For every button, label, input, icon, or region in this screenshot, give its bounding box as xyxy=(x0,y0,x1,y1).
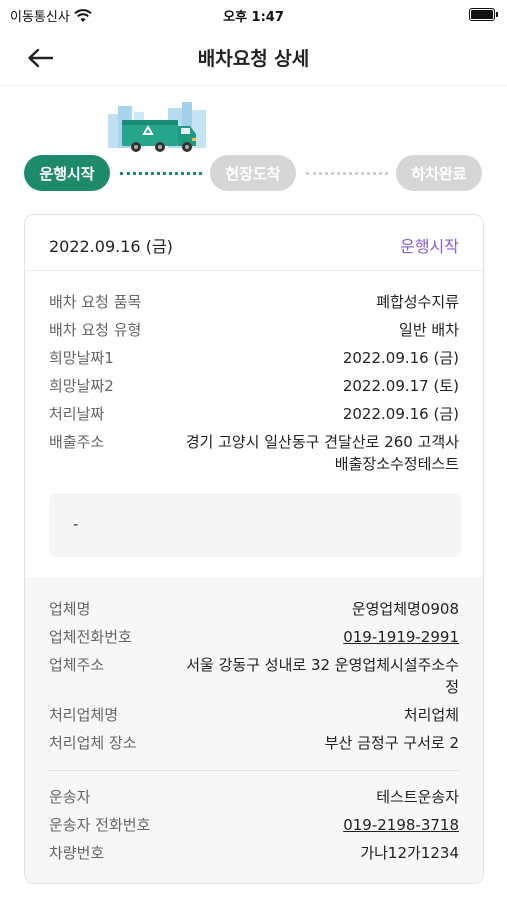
row-value: 운영업체명0908 xyxy=(351,600,459,618)
row-value: 2022.09.17 (토) xyxy=(342,377,459,395)
step-unload-complete: 하차완료 xyxy=(396,155,482,191)
row-value: 경기 고양시 일산동구 견달산로 260 고객사 배출장소수정테스트 xyxy=(186,431,459,475)
info-row-process-date: 처리날짜 2022.09.16 (금) xyxy=(49,403,459,425)
step-arrived: 현장도착 xyxy=(210,155,296,191)
info-row-driver-phone: 운송자 전화번호 019-2198-3718 xyxy=(49,814,459,836)
row-label: 배출주소 xyxy=(49,433,105,451)
row-label: 운송자 xyxy=(49,788,91,806)
address-line-2: 배출장소수정테스트 xyxy=(334,455,459,473)
memo-box: - xyxy=(49,493,461,557)
info-row-company-phone: 업체전화번호 019-1919-2991 xyxy=(49,626,459,648)
step-connector xyxy=(306,172,388,175)
row-label: 업체주소 xyxy=(49,656,105,674)
row-value: 2022.09.16 (금) xyxy=(342,405,459,423)
memo-text: - xyxy=(73,515,79,533)
row-label: 희망날짜2 xyxy=(49,377,114,395)
dispatch-detail-card: 2022.09.16 (금) 운행시작 배차 요청 품목 폐합성수지류 배차 요… xyxy=(24,214,484,884)
row-label: 차량번호 xyxy=(49,844,105,862)
row-label: 처리날짜 xyxy=(49,405,105,423)
address-line-1: 서울 강동구 성내로 32 운영업체시설주소수 xyxy=(186,656,459,674)
row-label: 처리업체 장소 xyxy=(49,734,137,752)
row-value: 일반 배차 xyxy=(399,321,459,339)
row-label: 배차 요청 유형 xyxy=(49,321,142,339)
dispatch-date: 2022.09.16 (금) xyxy=(49,237,173,256)
row-value: 테스트운송자 xyxy=(376,788,459,806)
row-value: 서울 강동구 성내로 32 운영업체시설주소수 정 xyxy=(186,654,459,698)
row-label: 처리업체명 xyxy=(49,706,119,724)
row-label: 희망날짜1 xyxy=(49,349,114,367)
info-row-type: 배차 요청 유형 일반 배차 xyxy=(49,319,459,341)
row-value: 가나12가1234 xyxy=(360,844,459,862)
info-row-processor-location: 처리업체 장소 부산 금정구 구서로 2 xyxy=(49,732,459,754)
row-label: 배차 요청 품목 xyxy=(49,293,142,311)
row-label: 운송자 전화번호 xyxy=(49,816,151,834)
step-start-driving: 운행시작 xyxy=(24,155,110,191)
info-row-preferred-date-1: 희망날짜1 2022.09.16 (금) xyxy=(49,347,459,369)
row-value: 폐합성수지류 xyxy=(376,293,459,311)
address-line-2: 정 xyxy=(445,678,459,696)
info-row-item: 배차 요청 품목 폐합성수지류 xyxy=(49,291,459,313)
row-value: 2022.09.16 (금) xyxy=(342,349,459,367)
company-driver-section xyxy=(25,577,483,883)
info-row-company-address: 업체주소 서울 강동구 성내로 32 운영업체시설주소수 정 xyxy=(49,654,459,698)
battery-icon xyxy=(469,8,498,21)
progress-stepper: 운행시작 현장도착 하차완료 xyxy=(24,155,484,193)
garbage-truck-icon xyxy=(108,102,206,152)
step-connector xyxy=(120,172,202,175)
row-value: 처리업체 xyxy=(403,706,459,724)
status-badge: 운행시작 xyxy=(400,237,459,256)
info-row-company-name: 업체명 운영업체명0908 xyxy=(49,598,459,620)
info-row-driver: 운송자 테스트운송자 xyxy=(49,786,459,808)
card-header: 2022.09.16 (금) 운행시작 xyxy=(25,215,483,271)
status-bar: 이동통신사 오후 1:47 xyxy=(0,0,507,30)
app-header: 배차요청 상세 xyxy=(0,30,507,86)
info-row-pickup-address: 배출주소 경기 고양시 일산동구 견달산로 260 고객사 배출장소수정테스트 xyxy=(49,431,459,475)
page-title: 배차요청 상세 xyxy=(197,48,310,70)
driver-phone-link[interactable]: 019-2198-3718 xyxy=(343,814,459,836)
clock: 오후 1:47 xyxy=(223,10,284,25)
address-line-1: 경기 고양시 일산동구 견달산로 260 고객사 xyxy=(185,433,459,451)
row-label: 업체명 xyxy=(49,600,91,618)
info-row-vehicle-number: 차량번호 가나12가1234 xyxy=(49,842,459,864)
company-phone-link[interactable]: 019-1919-2991 xyxy=(343,626,459,648)
info-row-processor-name: 처리업체명 처리업체 xyxy=(49,704,459,726)
info-row-preferred-date-2: 희망날짜2 2022.09.17 (토) xyxy=(49,375,459,397)
row-value: 부산 금정구 구서로 2 xyxy=(324,734,459,752)
row-label: 업체전화번호 xyxy=(49,628,132,646)
section-divider xyxy=(49,770,459,771)
